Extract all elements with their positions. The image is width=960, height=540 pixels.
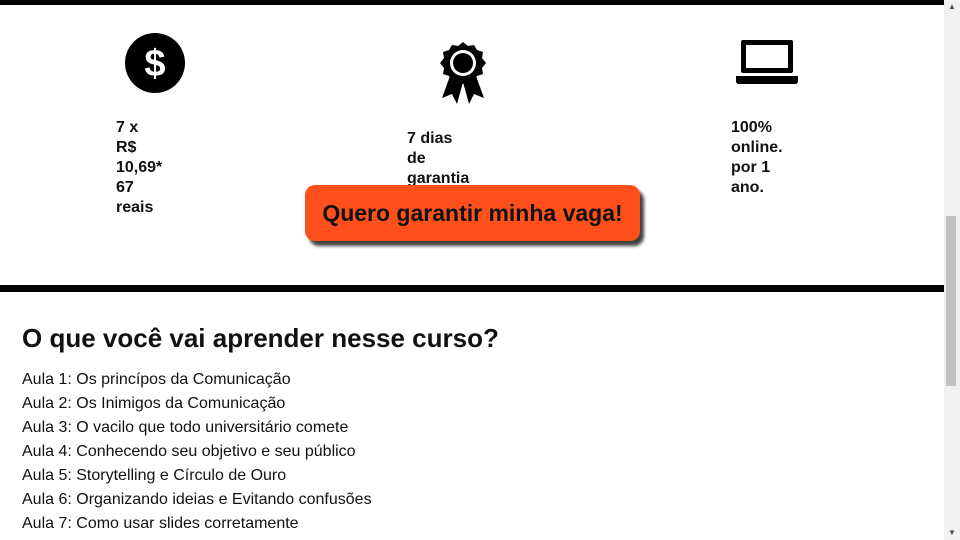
online-text: 100% online. por 1 ano. [731, 118, 783, 198]
cta-button[interactable]: Quero garantir minha vaga! [305, 185, 640, 241]
features-section: $ 7 x R$ 10,69* 67 reais 7 dias de garan… [0, 5, 944, 285]
scrollbar[interactable]: ▲ ▼ [944, 0, 960, 540]
svg-text:$: $ [144, 43, 165, 85]
scroll-up-arrow-icon[interactable]: ▲ [948, 2, 956, 11]
online-line2: por 1 ano. [731, 159, 771, 196]
lesson-list: Aula 1: Os princípos da Comunicação Aula … [22, 368, 372, 536]
lesson-item: Aula 7: Como usar slides corretamente [22, 515, 299, 532]
price-installments: 7 x R$ 10,69* [116, 119, 163, 176]
price-total: 67 reais [116, 179, 154, 216]
award-ribbon-icon [440, 42, 486, 104]
lesson-item: Aula 2: Os Inimigos da Comunicação [22, 395, 286, 412]
dollar-circle-icon: $ [125, 33, 185, 93]
online-line1: 100% online. [731, 119, 783, 156]
lesson-item: Aula 5: Storytelling e Círculo de Ouro [22, 467, 287, 484]
scroll-down-arrow-icon[interactable]: ▼ [948, 528, 956, 537]
laptop-icon [736, 40, 798, 84]
course-title: O que você vai aprender nesse curso? [22, 323, 499, 353]
price-text: 7 x R$ 10,69* 67 reais [116, 118, 162, 218]
section-divider [0, 285, 944, 292]
scroll-thumb[interactable] [946, 216, 956, 386]
lesson-item: Aula 3: O vacilo que todo universitário … [22, 419, 349, 436]
lesson-item: Aula 6: Organizando ideias e Evitando co… [22, 491, 372, 508]
lesson-item: Aula 4: Conhecendo seu objetivo e seu pú… [22, 443, 356, 460]
guarantee-text: 7 dias de garantia [407, 130, 470, 187]
lesson-item: Aula 1: Os princípos da Comunicação [22, 371, 291, 388]
